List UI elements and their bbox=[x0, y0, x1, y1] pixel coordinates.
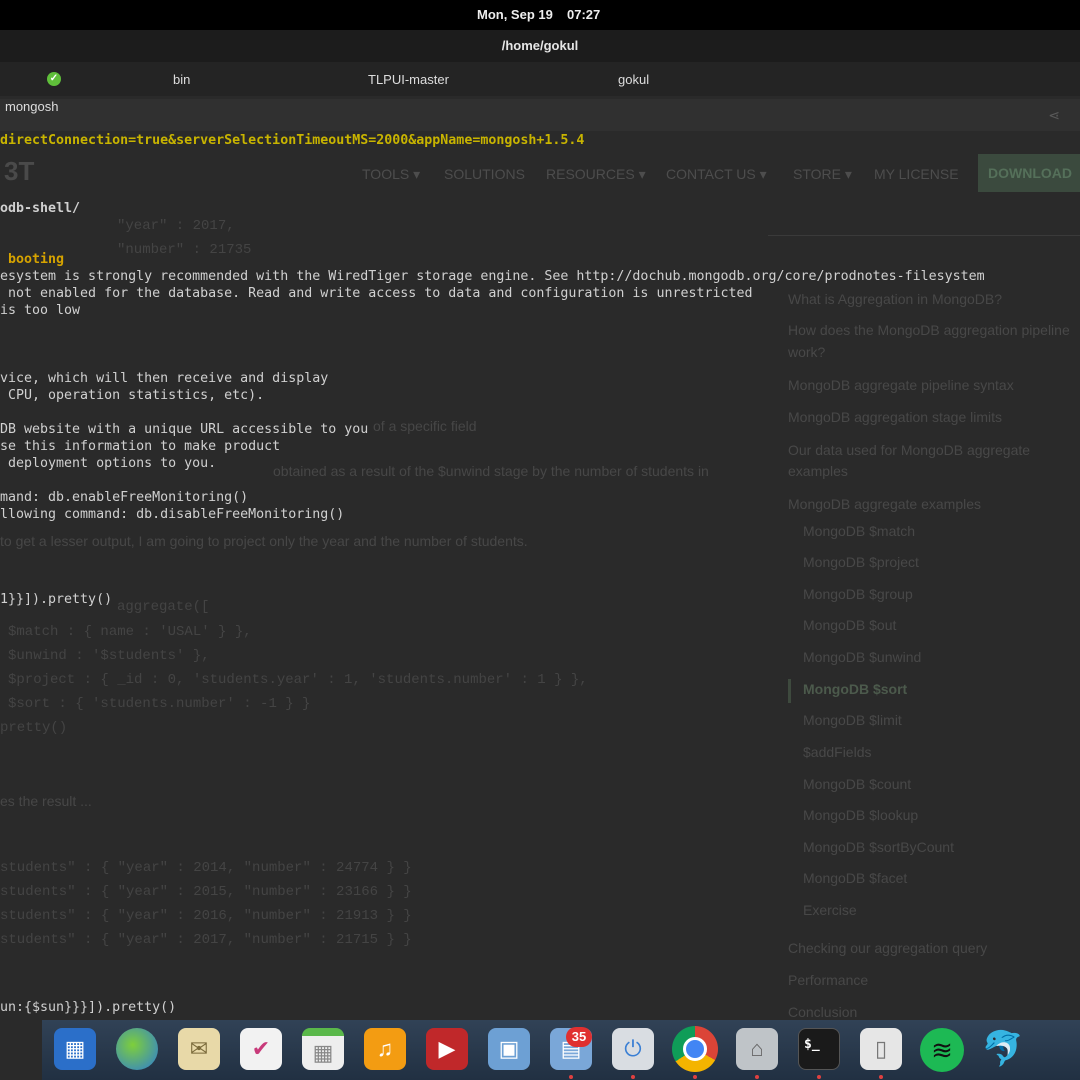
download-button: DOWNLOAD bbox=[978, 154, 1080, 192]
code-line: students" : { "year" : 2014, "number" : … bbox=[0, 860, 412, 876]
toc-item: MongoDB aggregate pipeline syntax bbox=[788, 377, 1014, 393]
date-label[interactable]: Mon, Sep 19 bbox=[477, 7, 553, 22]
code-line: students" : { "year" : 2016, "number" : … bbox=[0, 908, 412, 924]
code-line: pretty() bbox=[0, 720, 68, 736]
mysql-workbench-icon[interactable]: 🐬 bbox=[982, 1028, 1024, 1070]
photos-icon[interactable]: ▣ bbox=[488, 1028, 530, 1070]
toc-item: MongoDB $sortByCount bbox=[803, 839, 954, 855]
time-label[interactable]: 07:27 bbox=[567, 7, 600, 22]
planner-icon[interactable]: ✔ bbox=[240, 1028, 282, 1070]
terminal-line: CPU, operation statistics, etc). bbox=[0, 388, 265, 403]
calendar-icon[interactable]: ▦ bbox=[302, 1028, 344, 1070]
terminal-line: esystem is strongly recommended with the… bbox=[0, 269, 985, 284]
spotify-icon[interactable]: ≋ bbox=[920, 1028, 964, 1072]
system-top-bar: Mon, Sep 19 07:27 bbox=[0, 0, 1080, 30]
toc-item: MongoDB aggregate examples bbox=[788, 496, 982, 512]
toc-item: MongoDB $group bbox=[803, 586, 913, 602]
nav-store: STORE ▾ bbox=[793, 166, 852, 182]
terminal-tab-title: mongosh bbox=[5, 99, 59, 114]
code-line: $sort : { 'students.number' : -1 } } bbox=[8, 696, 311, 712]
nav-my-license: MY LICENSE bbox=[874, 166, 959, 182]
terminal-prompt-line[interactable]: un:{$sun}}}]).pretty() bbox=[0, 1000, 176, 1015]
nav-tools: TOOLS ▾ bbox=[362, 166, 421, 182]
notification-badge: 35 bbox=[566, 1027, 592, 1047]
terminal-line: llowing command: db.disableFreeMonitorin… bbox=[0, 507, 345, 522]
running-indicator bbox=[755, 1075, 759, 1079]
toc-item: Checking our aggregation query bbox=[788, 940, 988, 956]
code-line: aggregate([ bbox=[117, 599, 210, 615]
terminal-line: mand: db.enableFreeMonitoring() bbox=[0, 490, 249, 505]
settings-icon[interactable]: ⏻ bbox=[612, 1028, 654, 1070]
nav-contact: CONTACT US ▾ bbox=[666, 166, 767, 182]
toc-item: examples bbox=[788, 463, 848, 479]
code-line: students" : { "year" : 2017, "number" : … bbox=[0, 932, 412, 948]
terminal-line: 1}}]).pretty() bbox=[0, 592, 113, 607]
terminal-line: is too low bbox=[0, 303, 81, 318]
toc-item: MongoDB $unwind bbox=[803, 649, 922, 665]
toc-item: Our data used for MongoDB aggregate bbox=[788, 442, 1031, 458]
article-text: to get a lesser output, I am going to pr… bbox=[0, 533, 528, 549]
toc-item: MongoDB aggregation stage limits bbox=[788, 409, 1003, 425]
workspaces-icon[interactable]: ▦ bbox=[54, 1028, 96, 1070]
terminal-tab-bar: ✓ bin TLPUI-master gokul bbox=[0, 62, 1080, 96]
toc-item: MongoDB $count bbox=[803, 776, 912, 792]
terminal-line: odb-shell/ bbox=[0, 201, 81, 216]
toc-active-indicator bbox=[788, 679, 791, 703]
terminal-line: se this information to make product bbox=[0, 439, 281, 454]
toc-item: What is Aggregation in MongoDB? bbox=[788, 291, 1003, 307]
toc-item: MongoDB $limit bbox=[803, 712, 902, 728]
toc-item: Conclusion bbox=[788, 1004, 858, 1020]
terminal-icon[interactable]: $_ bbox=[798, 1028, 840, 1070]
article-text: es the result ... bbox=[0, 793, 92, 809]
toc-item-active: MongoDB $sort bbox=[803, 681, 908, 697]
terminal-line: not enabled for the database. Read and w… bbox=[0, 286, 753, 301]
terminal-line: deployment options to you. bbox=[0, 456, 217, 471]
code-line: "year" : 2017, bbox=[117, 218, 235, 234]
check-icon: ✓ bbox=[47, 72, 61, 86]
mail-icon[interactable]: ✉ bbox=[178, 1028, 220, 1070]
toc-divider bbox=[768, 235, 1080, 236]
toc-item: MongoDB $lookup bbox=[803, 807, 919, 823]
share-icon: ⋖ bbox=[1048, 107, 1060, 123]
tab-gokul[interactable]: gokul bbox=[618, 72, 649, 87]
running-indicator bbox=[693, 1075, 697, 1079]
toc-item: MongoDB $project bbox=[803, 554, 919, 570]
connection-string: directConnection=true&serverSelectionTim… bbox=[0, 133, 585, 148]
chrome-icon[interactable] bbox=[672, 1026, 718, 1072]
code-line: students" : { "year" : 2015, "number" : … bbox=[0, 884, 412, 900]
code-line: $match : { name : 'USAL' } }, bbox=[8, 624, 252, 640]
studio3t-logo: 3T bbox=[4, 156, 35, 186]
terminal-line: DB website with a unique URL accessible … bbox=[0, 422, 369, 437]
code-line: $project : { _id : 0, 'students.year' : … bbox=[8, 672, 588, 688]
window-title: /home/gokul bbox=[0, 30, 1080, 62]
running-indicator bbox=[569, 1075, 573, 1079]
nav-solutions: SOLUTIONS bbox=[444, 166, 525, 182]
files-icon[interactable]: ⌂ bbox=[736, 1028, 778, 1070]
toc-item: $addFields bbox=[803, 744, 872, 760]
toc-item: work? bbox=[788, 344, 826, 360]
terminal-line: vice, which will then receive and displa… bbox=[0, 371, 329, 386]
toc-item: MongoDB $facet bbox=[803, 870, 908, 886]
article-text: obtained as a result of the $unwind stag… bbox=[273, 463, 709, 479]
article-text: of a specific field bbox=[373, 418, 477, 434]
nav-resources: RESOURCES ▾ bbox=[546, 166, 646, 182]
toc-item: How does the MongoDB aggregation pipelin… bbox=[788, 322, 1070, 338]
web-browser-icon[interactable] bbox=[116, 1028, 158, 1070]
running-indicator bbox=[631, 1075, 635, 1079]
code-line: $unwind : '$students' }, bbox=[8, 648, 210, 664]
toc-item: MongoDB $out bbox=[803, 617, 897, 633]
tab-tlpui-master[interactable]: TLPUI-master bbox=[368, 72, 449, 87]
code-line: "number" : 21735 bbox=[117, 242, 252, 258]
toc-item: Performance bbox=[788, 972, 869, 988]
toc-item: Exercise bbox=[803, 902, 857, 918]
ghost-url-bar bbox=[0, 99, 1080, 131]
video-icon[interactable]: ▶ bbox=[426, 1028, 468, 1070]
archive-icon[interactable]: ▯ bbox=[860, 1028, 902, 1070]
music-icon[interactable]: ♫ bbox=[364, 1028, 406, 1070]
running-indicator bbox=[879, 1075, 883, 1079]
terminal-line: booting bbox=[0, 252, 65, 267]
running-indicator bbox=[817, 1075, 821, 1079]
tab-bin[interactable]: bin bbox=[173, 72, 190, 87]
toc-item: MongoDB $match bbox=[803, 523, 916, 539]
